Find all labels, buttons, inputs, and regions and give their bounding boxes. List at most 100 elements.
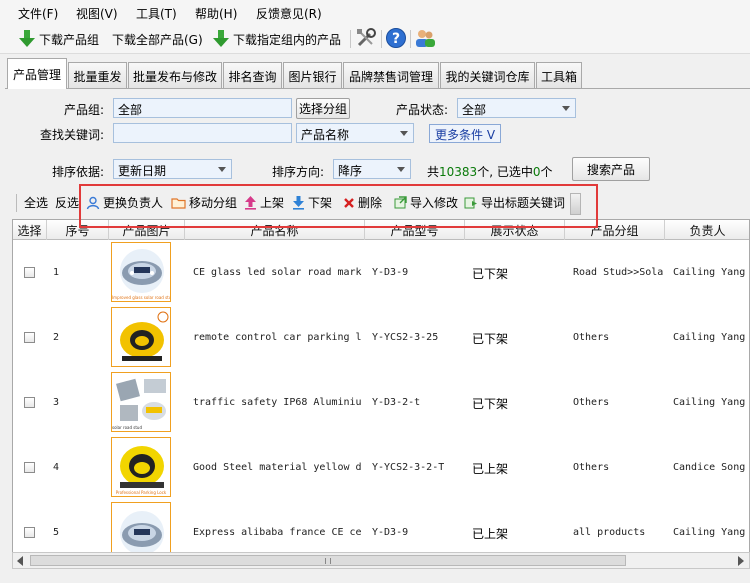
tab-toolbox[interactable]: 工具箱 [536,62,582,89]
product-name: traffic safety IP68 Aluminiu [193,397,362,408]
table-row[interactable]: 2 remote control car parking l Y-YCS2-3-… [13,306,749,371]
import-edit-button[interactable]: 导入修改 [394,194,458,211]
thumbnail-banner: Improved glass solar road stud [112,295,170,300]
scroll-left-icon[interactable] [16,556,25,566]
select-all-button[interactable]: 全选 [24,194,48,211]
menu-help[interactable]: 帮助(H) [195,5,237,22]
product-name: Good Steel material yellow d [193,462,362,473]
download-arrow-icon [293,196,304,210]
product-grid: 选择 序号 产品图片 产品名称 产品型号 展示状态 产品分组 负责人 1 Imp… [12,219,750,569]
move-group-button[interactable]: 移动分组 [171,194,237,211]
product-thumbnail[interactable]: Professional Parking Lock [111,437,171,497]
product-model: Y-YCS2-3-2-T [372,462,445,473]
status-label: 产品状态: [396,103,449,117]
offline-button[interactable]: 下架 [292,194,332,211]
tools-icon[interactable] [355,27,377,49]
column-header-status[interactable]: 展示状态 [465,220,565,240]
table-row[interactable]: 3 solar road stud traffic safety IP68 Al… [13,371,749,436]
column-header-model[interactable]: 产品型号 [365,220,465,240]
row-checkbox[interactable] [24,462,35,473]
status-select[interactable]: 全部 [457,98,576,118]
tab-ranking-query[interactable]: 排名查询 [223,62,282,89]
tab-bulk-repost[interactable]: 批量重发 [68,62,127,89]
table-row[interactable]: 1 Improved glass solar road stud CE glas… [13,241,749,306]
column-header-group[interactable]: 产品分组 [565,220,665,240]
column-header-select[interactable]: 选择 [13,220,47,240]
product-name: remote control car parking l [193,332,362,343]
more-conditions-button[interactable]: 更多条件 V [429,124,502,143]
search-field-select[interactable]: 产品名称 [296,123,414,143]
row-checkbox[interactable] [24,397,35,408]
product-model: Y-D3-2-t [372,397,421,408]
total-count: 10383 [439,165,478,179]
product-group: Road Stud>>Sola [573,267,663,278]
tab-brand-banned-words[interactable]: 品牌禁售词管理 [343,62,439,89]
horizontal-scrollbar[interactable] [12,552,750,569]
column-header-name[interactable]: 产品名称 [185,220,365,240]
product-thumbnail[interactable] [111,307,171,367]
table-row[interactable]: 4 Professional Parking Lock Good Steel m… [13,436,749,501]
owner-name: Candice Song [673,462,746,473]
tab-keyword-warehouse[interactable]: 我的关键词仓库 [440,62,535,89]
display-status: 已下架 [472,397,509,411]
scroll-right-icon[interactable] [736,556,745,566]
tab-bulk-publish[interactable]: 批量发布与修改 [128,62,222,89]
group-label: 产品组: [64,103,105,117]
display-status: 已下架 [472,332,509,346]
users-icon[interactable] [414,27,436,49]
aluminium-road-stud-image [116,378,166,421]
row-number: 2 [53,332,60,343]
tab-product-management[interactable]: 产品管理 [7,58,67,89]
product-thumbnail[interactable]: solar road stud [111,372,171,432]
row-checkbox[interactable] [24,267,35,278]
export-keywords-button[interactable]: 导出标题关键词 [464,194,565,211]
download-group-button[interactable]: 下载产品组 [18,28,99,50]
user-icon [86,196,100,209]
chevron-down-icon [397,167,405,172]
toolbar-overflow-handle[interactable] [570,193,581,215]
owner-name: Cailing Yang [673,527,746,538]
export-icon [464,197,477,209]
column-header-owner[interactable]: 负责人 [665,220,749,240]
display-status: 已下架 [472,267,509,281]
delete-x-icon [344,197,354,208]
chevron-down-icon [562,106,570,111]
help-icon[interactable]: ? [385,27,407,49]
online-button[interactable]: 上架 [244,194,284,211]
group-input[interactable]: 全部 [113,98,292,118]
row-checkbox[interactable] [24,332,35,343]
select-group-button[interactable]: 选择分组 [296,98,350,119]
column-header-number[interactable]: 序号 [47,220,109,240]
invert-selection-button[interactable]: 反选 [55,194,79,211]
product-model: Y-D3-9 [372,527,409,538]
owner-name: Cailing Yang [673,332,746,343]
column-header-image[interactable]: 产品图片 [109,220,185,240]
menu-feedback[interactable]: 反馈意见(R) [256,5,322,22]
direction-select[interactable]: 降序 [333,159,411,179]
chevron-down-icon [218,167,226,172]
menu-bar: 文件(F) 视图(V) 工具(T) 帮助(H) 反馈意见(R) [0,0,750,24]
grip-separator [16,194,17,212]
search-products-button[interactable]: 搜索产品 [572,157,650,181]
chevron-down-icon [400,131,408,136]
svg-text:?: ? [392,31,400,47]
menu-file[interactable]: 文件(F) [18,5,58,22]
action-bar: 全选 反选 更换负责人 移动分组 上架 下架 删除 导入修改 导出标题关键词 [0,188,750,218]
download-all-button[interactable]: 下载全部产品(G) [112,28,203,50]
row-number: 4 [53,462,60,473]
product-thumbnail[interactable]: Improved glass solar road stud [111,242,171,302]
scrollbar-thumb[interactable] [30,555,626,566]
delete-button[interactable]: 删除 [343,194,382,211]
change-owner-button[interactable]: 更换负责人 [86,194,163,211]
menu-tools[interactable]: 工具(T) [136,5,177,22]
tab-image-bank[interactable]: 图片银行 [283,62,342,89]
keyword-input[interactable] [113,123,292,143]
sort-select[interactable]: 更新日期 [113,159,232,179]
parking-barrier-image [120,446,164,488]
row-checkbox[interactable] [24,527,35,538]
owner-name: Cailing Yang [673,397,746,408]
direction-label: 排序方向: [272,165,325,179]
menu-view[interactable]: 视图(V) [76,5,118,22]
parking-lock-image [120,311,169,361]
download-selected-button[interactable]: 下载指定组内的产品 [212,28,341,50]
